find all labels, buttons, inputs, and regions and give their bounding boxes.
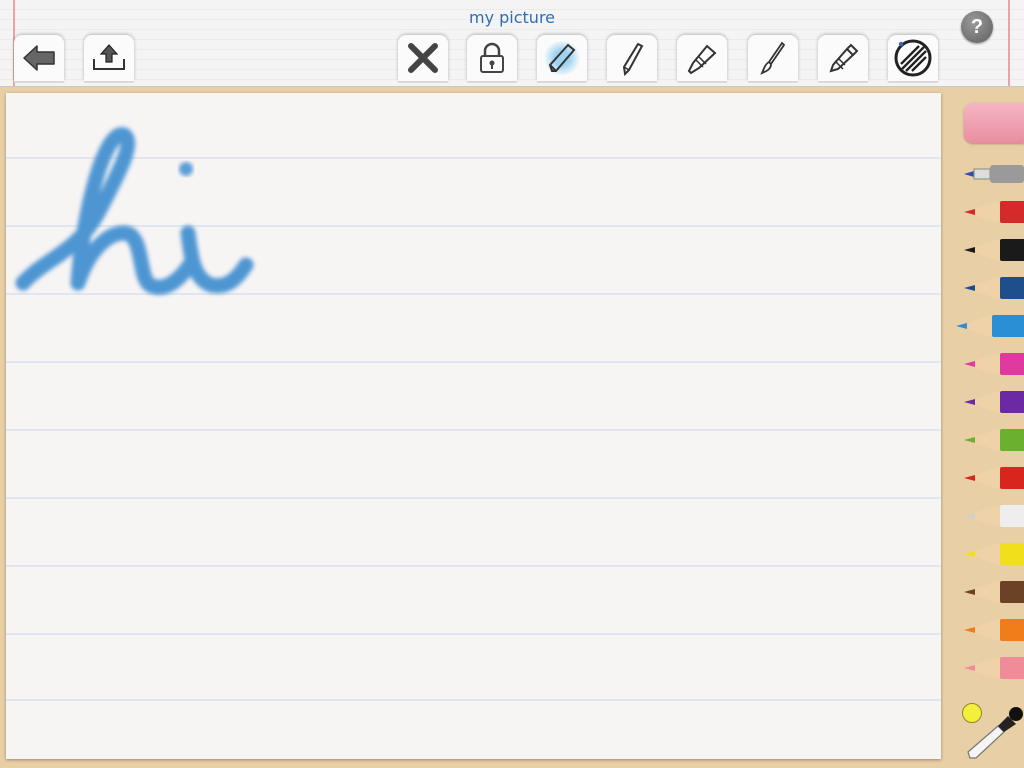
lock-button[interactable] — [467, 35, 517, 81]
pencil-orange[interactable] — [964, 619, 1024, 641]
clear-button[interactable] — [398, 35, 448, 81]
paintbrush-icon — [760, 41, 786, 75]
pencil-magenta[interactable] — [964, 353, 1024, 375]
marker-icon — [829, 43, 859, 73]
crayon-icon — [548, 43, 576, 72]
toolbar: my picture ? — [0, 0, 1024, 87]
pencil-yellow[interactable] — [964, 543, 1024, 565]
fill-tool-button[interactable] — [888, 35, 938, 81]
crayon-tool-button[interactable] — [537, 35, 587, 81]
brush-tool-button[interactable] — [748, 35, 798, 81]
pencil-tool-button[interactable] — [607, 35, 657, 81]
blue-marker[interactable] — [964, 163, 1024, 185]
clear-x-icon — [408, 43, 438, 73]
back-button[interactable] — [14, 35, 64, 81]
pencil-purple[interactable] — [964, 391, 1024, 413]
upload-tray-icon — [93, 44, 125, 70]
eyedropper-icon — [967, 707, 1023, 759]
pencil-white[interactable] — [964, 505, 1024, 527]
pencil-red-orange[interactable] — [964, 467, 1024, 489]
scribble-fill-icon — [894, 39, 932, 77]
marker-pen-icon — [964, 165, 1024, 183]
handwriting-stroke — [15, 127, 254, 295]
padlock-icon — [480, 42, 504, 73]
pencil-sky-blue-selected[interactable] — [956, 315, 1024, 337]
help-button[interactable]: ? — [961, 11, 993, 43]
document-title: my picture — [468, 8, 556, 27]
pencil-red[interactable] — [964, 201, 1024, 223]
back-arrow-icon — [23, 45, 55, 71]
eyedropper-tool[interactable] — [964, 704, 1024, 760]
pencil-black[interactable] — [964, 239, 1024, 261]
pencil-green[interactable] — [964, 429, 1024, 451]
marker-tool-button[interactable] — [818, 35, 868, 81]
highlighter-icon — [687, 44, 717, 75]
share-button[interactable] — [84, 35, 134, 81]
pencil-navy[interactable] — [964, 277, 1024, 299]
pencil-pink[interactable] — [964, 657, 1024, 679]
drawing-canvas[interactable] — [6, 93, 941, 759]
pencil-brown[interactable] — [964, 581, 1024, 603]
eraser-tool[interactable] — [964, 103, 1024, 143]
pencil-icon — [622, 42, 644, 76]
highlighter-tool-button[interactable] — [677, 35, 727, 81]
